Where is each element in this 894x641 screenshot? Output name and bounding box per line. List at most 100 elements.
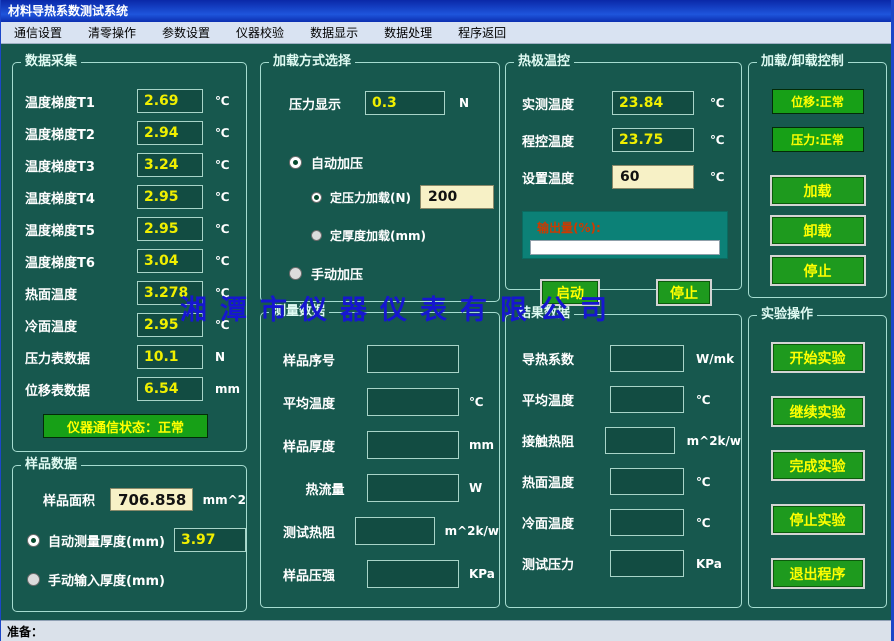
unit-label: m^2k/w bbox=[445, 524, 499, 538]
unit-label: ℃ bbox=[215, 222, 230, 236]
menu-item-zero-operation[interactable]: 清零操作 bbox=[75, 21, 149, 44]
output-power-panel: 输出量(%): bbox=[522, 211, 728, 259]
field-label: 样品厚度 bbox=[283, 436, 367, 455]
value-display bbox=[610, 550, 684, 577]
output-power-label: 输出量(%): bbox=[523, 212, 727, 236]
finish-experiment-button[interactable]: 完成实验 bbox=[771, 450, 865, 481]
menu-bar: 通信设置 清零操作 参数设置 仪器校验 数据显示 数据处理 程序返回 bbox=[1, 22, 891, 44]
page-title: 材料导热系数测试系统 bbox=[8, 4, 128, 18]
value-display: 23.84 bbox=[612, 91, 694, 115]
field-label: 接触热阻 bbox=[522, 431, 605, 450]
manual-pressurize-option: 手动加压 bbox=[289, 264, 499, 283]
field-label: 实测温度 bbox=[522, 94, 612, 113]
stop-heating-button[interactable]: 停止 bbox=[656, 279, 712, 306]
menu-item-instrument-calibration[interactable]: 仪器校验 bbox=[223, 21, 297, 44]
sample-area-input[interactable]: 706.858 bbox=[110, 488, 193, 511]
radio-label: 自动加压 bbox=[311, 153, 363, 172]
field-label: 热面温度 bbox=[522, 472, 610, 491]
unit-label: mm bbox=[469, 438, 494, 452]
acquisition-row-t6: 温度梯度T6 3.04 ℃ bbox=[25, 249, 246, 273]
const-pressure-radio[interactable] bbox=[311, 192, 322, 203]
value-display bbox=[610, 468, 684, 495]
unit-label: ℃ bbox=[215, 190, 230, 204]
result-row-avg-temp: 平均温度 ℃ bbox=[522, 386, 741, 413]
stop-experiment-button[interactable]: 停止实验 bbox=[771, 504, 865, 535]
acquisition-row-pressure-gauge: 压力表数据 10.1 N bbox=[25, 345, 246, 369]
field-label: 测试压力 bbox=[522, 554, 610, 573]
acquisition-row-cold-face: 冷面温度 2.95 ℃ bbox=[25, 313, 246, 337]
panel-loading-mode: 加载方式选择 压力显示 0.3 N 自动加压 定压力加载(N) 200 bbox=[260, 62, 500, 302]
hot-pole-buttons-row: 启动 停止 bbox=[506, 279, 741, 306]
acquisition-row-t5: 温度梯度T5 2.95 ℃ bbox=[25, 217, 246, 241]
panel-experiment-operation: 实验操作 开始实验 继续实验 完成实验 停止实验 退出程序 bbox=[748, 315, 887, 608]
auto-pressurize-option: 自动加压 bbox=[289, 153, 499, 172]
panel-load-unload-control: 加载/卸载控制 位移:正常 压力:正常 加载 卸载 停止 bbox=[748, 62, 887, 298]
continue-experiment-button[interactable]: 继续实验 bbox=[771, 396, 865, 427]
acquisition-row-t1: 温度梯度T1 2.69 ℃ bbox=[25, 89, 246, 113]
menu-item-data-processing[interactable]: 数据处理 bbox=[371, 21, 445, 44]
measurement-row-sample-id: 样品序号 bbox=[283, 345, 499, 373]
unit-label: ℃ bbox=[215, 158, 230, 172]
stop-load-button[interactable]: 停止 bbox=[770, 255, 866, 286]
field-label: 温度梯度T1 bbox=[25, 92, 137, 111]
radio-label: 手动输入厚度(mm) bbox=[48, 570, 165, 589]
panel-title-hot-pole-control: 热极温控 bbox=[514, 54, 574, 70]
menu-item-parameter-settings[interactable]: 参数设置 bbox=[149, 21, 223, 44]
result-row-hot-face-temp: 热面温度 ℃ bbox=[522, 468, 741, 495]
acquisition-row-t3: 温度梯度T3 3.24 ℃ bbox=[25, 153, 246, 177]
const-thickness-radio[interactable] bbox=[311, 230, 322, 241]
unload-button[interactable]: 卸载 bbox=[770, 215, 866, 246]
auto-thickness-option: 自动测量厚度(mm) 3.97 bbox=[27, 528, 246, 552]
start-heating-button[interactable]: 启动 bbox=[540, 279, 600, 306]
field-label: 位移表数据 bbox=[25, 380, 137, 399]
menu-item-data-display[interactable]: 数据显示 bbox=[297, 21, 371, 44]
panel-measurement-data: 测量数据 样品序号 平均温度 ℃ 样品厚度 mm 热 bbox=[260, 312, 500, 608]
value-display bbox=[605, 427, 675, 454]
value-display: 10.1 bbox=[137, 345, 203, 369]
value-display bbox=[610, 386, 684, 413]
field-label: 压力显示 bbox=[289, 94, 365, 113]
manual-pressurize-radio[interactable] bbox=[289, 267, 302, 280]
unit-label: KPa bbox=[696, 557, 722, 571]
unit-label: ℃ bbox=[696, 393, 711, 407]
field-label: 样品面积 bbox=[43, 490, 110, 509]
field-label: 温度梯度T2 bbox=[25, 124, 137, 143]
exit-program-button[interactable]: 退出程序 bbox=[771, 558, 865, 589]
value-display: 3.278 bbox=[137, 281, 203, 305]
value-display bbox=[355, 517, 435, 545]
unit-label: ℃ bbox=[215, 286, 230, 300]
radio-label: 手动加压 bbox=[311, 264, 363, 283]
panel-result-data: 结果数据 导热系数 W/mk 平均温度 ℃ 接触热阻 m^2k/w bbox=[505, 314, 742, 608]
set-temp-input[interactable]: 60 bbox=[612, 165, 694, 189]
field-label: 样品压强 bbox=[283, 565, 367, 584]
pressure-display-value: 0.3 bbox=[365, 91, 445, 115]
unit-label: ℃ bbox=[696, 516, 711, 530]
panel-title-measurement-data: 测量数据 bbox=[269, 304, 329, 320]
acquisition-row-hot-face: 热面温度 3.278 ℃ bbox=[25, 281, 246, 305]
menu-item-comm-settings[interactable]: 通信设置 bbox=[1, 21, 75, 44]
unit-label: mm^2 bbox=[203, 493, 246, 507]
value-display bbox=[367, 388, 459, 416]
measurement-row-sample-pressure: 样品压强 KPa bbox=[283, 560, 499, 588]
unit-label: W/mk bbox=[696, 352, 734, 366]
panel-hot-pole-control: 热极温控 实测温度 23.84 ℃ 程控温度 23.75 ℃ 设置温度 60 ℃ bbox=[505, 62, 742, 290]
start-experiment-button[interactable]: 开始实验 bbox=[771, 342, 865, 373]
panel-title-data-acquisition: 数据采集 bbox=[21, 54, 81, 70]
result-row-test-pressure: 测试压力 KPa bbox=[522, 550, 741, 577]
auto-pressurize-radio[interactable] bbox=[289, 156, 302, 169]
status-text: 准备： bbox=[7, 623, 43, 640]
measurement-row-avg-temp: 平均温度 ℃ bbox=[283, 388, 499, 416]
field-label: 温度梯度T6 bbox=[25, 252, 137, 271]
menu-item-program-return[interactable]: 程序返回 bbox=[445, 21, 519, 44]
value-display: 2.95 bbox=[137, 217, 203, 241]
panel-title-sample-data: 样品数据 bbox=[21, 457, 81, 473]
unit-label: ℃ bbox=[710, 170, 725, 184]
auto-thickness-radio[interactable] bbox=[27, 534, 40, 547]
manual-thickness-radio[interactable] bbox=[27, 573, 40, 586]
value-display: 2.95 bbox=[137, 185, 203, 209]
field-label: 温度梯度T5 bbox=[25, 220, 137, 239]
radio-label: 自动测量厚度(mm) bbox=[48, 531, 165, 550]
const-pressure-input[interactable]: 200 bbox=[420, 185, 494, 209]
load-button[interactable]: 加载 bbox=[770, 175, 866, 206]
unit-label: KPa bbox=[469, 567, 495, 581]
